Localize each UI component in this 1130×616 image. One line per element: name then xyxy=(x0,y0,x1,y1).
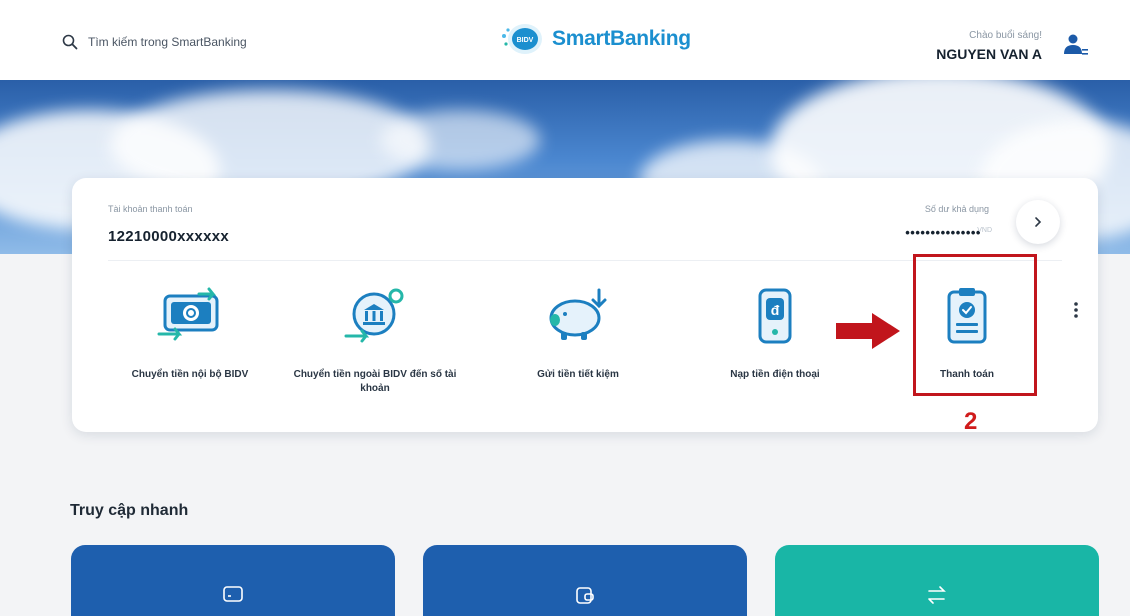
search-icon xyxy=(62,34,78,50)
wallet-icon xyxy=(576,587,594,604)
account-number: 12210000xxxxxx xyxy=(108,228,229,245)
search-bar[interactable]: Tìm kiếm trong SmartBanking xyxy=(62,34,247,50)
balance-masked: ••••••••••••••• xyxy=(905,225,981,240)
app-name: SmartBanking xyxy=(552,27,691,50)
top-header: Tìm kiếm trong SmartBanking BIDV SmartBa… xyxy=(0,0,1130,80)
service-label: Gửi tiền tiết kiệm xyxy=(537,369,619,380)
user-menu-icon xyxy=(1064,34,1088,55)
svg-text:đ: đ xyxy=(771,302,780,318)
greeting-block: Chào buổi sáng! NGUYEN VAN A xyxy=(936,30,1042,62)
user-menu-button[interactable] xyxy=(1060,30,1090,60)
more-vertical-icon xyxy=(1074,302,1078,318)
search-placeholder: Tìm kiếm trong SmartBanking xyxy=(88,35,247,49)
quick-tile-transfer[interactable] xyxy=(775,545,1099,616)
quick-tile-card[interactable] xyxy=(71,545,395,616)
service-label: Nạp tiền điện thoại xyxy=(730,369,820,380)
account-detail-button[interactable] xyxy=(1016,200,1060,244)
phone-topup-icon: đ xyxy=(758,288,792,344)
greeting-text: Chào buổi sáng! xyxy=(969,30,1042,41)
more-services-button[interactable] xyxy=(1070,298,1082,322)
internal-transfer-icon xyxy=(157,287,219,341)
card-icon xyxy=(223,586,243,602)
transfer-arrows-icon xyxy=(928,586,946,604)
highlight-box xyxy=(913,254,1037,396)
user-name: NGUYEN VAN A xyxy=(936,46,1042,62)
service-external-transfer[interactable]: Chuyển tiền ngoài BIDV đến số tài khoản xyxy=(280,278,470,398)
savings-piggy-icon xyxy=(549,288,607,340)
quick-tile-wallet[interactable] xyxy=(423,545,747,616)
service-label: Chuyển tiền ngoài BIDV đến số tài khoản xyxy=(293,369,457,394)
smartbanking-logo: BIDV SmartBanking xyxy=(500,22,691,56)
external-transfer-icon xyxy=(344,288,404,343)
service-label: Chuyển tiền nội bộ BIDV xyxy=(131,369,249,380)
service-savings[interactable]: Gửi tiền tiết kiệm xyxy=(483,278,673,398)
bidv-logo-icon: BIDV xyxy=(502,24,542,54)
red-arrow-annotation xyxy=(836,313,900,349)
svg-text:BIDV: BIDV xyxy=(517,37,534,44)
balance-label: Số dư khả dụng xyxy=(924,204,989,214)
quick-access-title: Truy cập nhanh xyxy=(70,502,189,519)
service-internal-transfer[interactable]: Chuyển tiền nội bộ BIDV xyxy=(95,278,285,398)
account-type-label: Tài khoản thanh toán xyxy=(108,204,193,214)
chevron-right-icon xyxy=(1035,217,1042,227)
balance-unit: VND xyxy=(977,227,992,234)
step-number: 2 xyxy=(964,408,978,435)
